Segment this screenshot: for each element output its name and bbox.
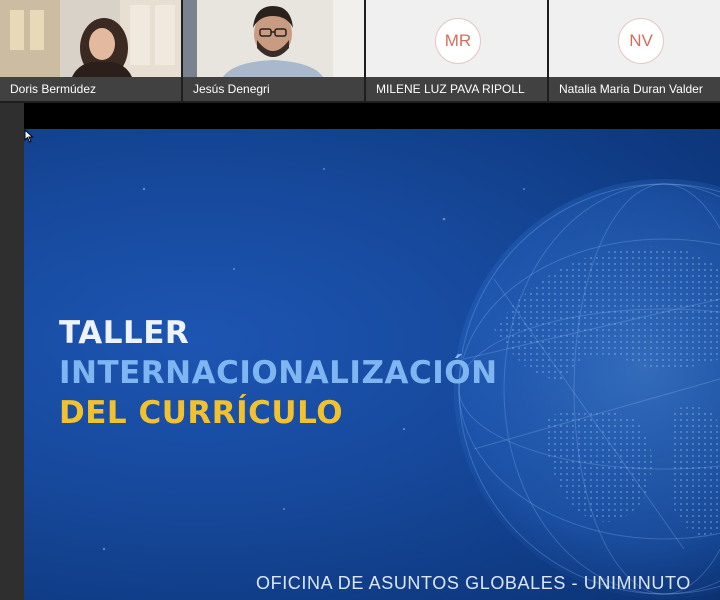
participant-tile-jesus[interactable]: Jesús Denegri <box>183 0 364 101</box>
avatar: MR <box>435 18 481 64</box>
participant-tile-natalia[interactable]: NV Natalia Maria Duran Valder <box>549 0 720 101</box>
participant-video-doris <box>0 0 181 77</box>
participant-name: Jesús Denegri <box>183 77 364 101</box>
participant-name: Natalia Maria Duran Valder <box>549 77 720 101</box>
slide-title-line-2: INTERNACIONALIZACIÓN <box>59 355 498 391</box>
participant-name: MILENE LUZ PAVA RIPOLL <box>366 77 547 101</box>
participant-strip: Doris Bermúdez Jesús Denegri MR MILENE L… <box>0 0 720 103</box>
participant-tile-milene[interactable]: MR MILENE LUZ PAVA RIPOLL <box>366 0 547 101</box>
shared-screen-slide[interactable]: TALLER INTERNACIONALIZACIÓN DEL CURRÍCUL… <box>24 129 720 600</box>
slide-title-line-3: DEL CURRÍCULO <box>59 395 344 431</box>
screen-share-left-margin <box>0 103 24 600</box>
participant-name: Doris Bermúdez <box>0 77 181 101</box>
participant-video-jesus <box>183 0 364 77</box>
participant-tile-doris[interactable]: Doris Bermúdez <box>0 0 181 101</box>
slide-title-line-1: TALLER <box>59 315 190 351</box>
mouse-pointer-icon <box>24 129 34 143</box>
screen-share-top-margin <box>24 103 720 129</box>
slide-footer: OFICINA DE ASUNTOS GLOBALES - UNIMINUTO <box>256 573 691 593</box>
avatar: NV <box>618 18 664 64</box>
